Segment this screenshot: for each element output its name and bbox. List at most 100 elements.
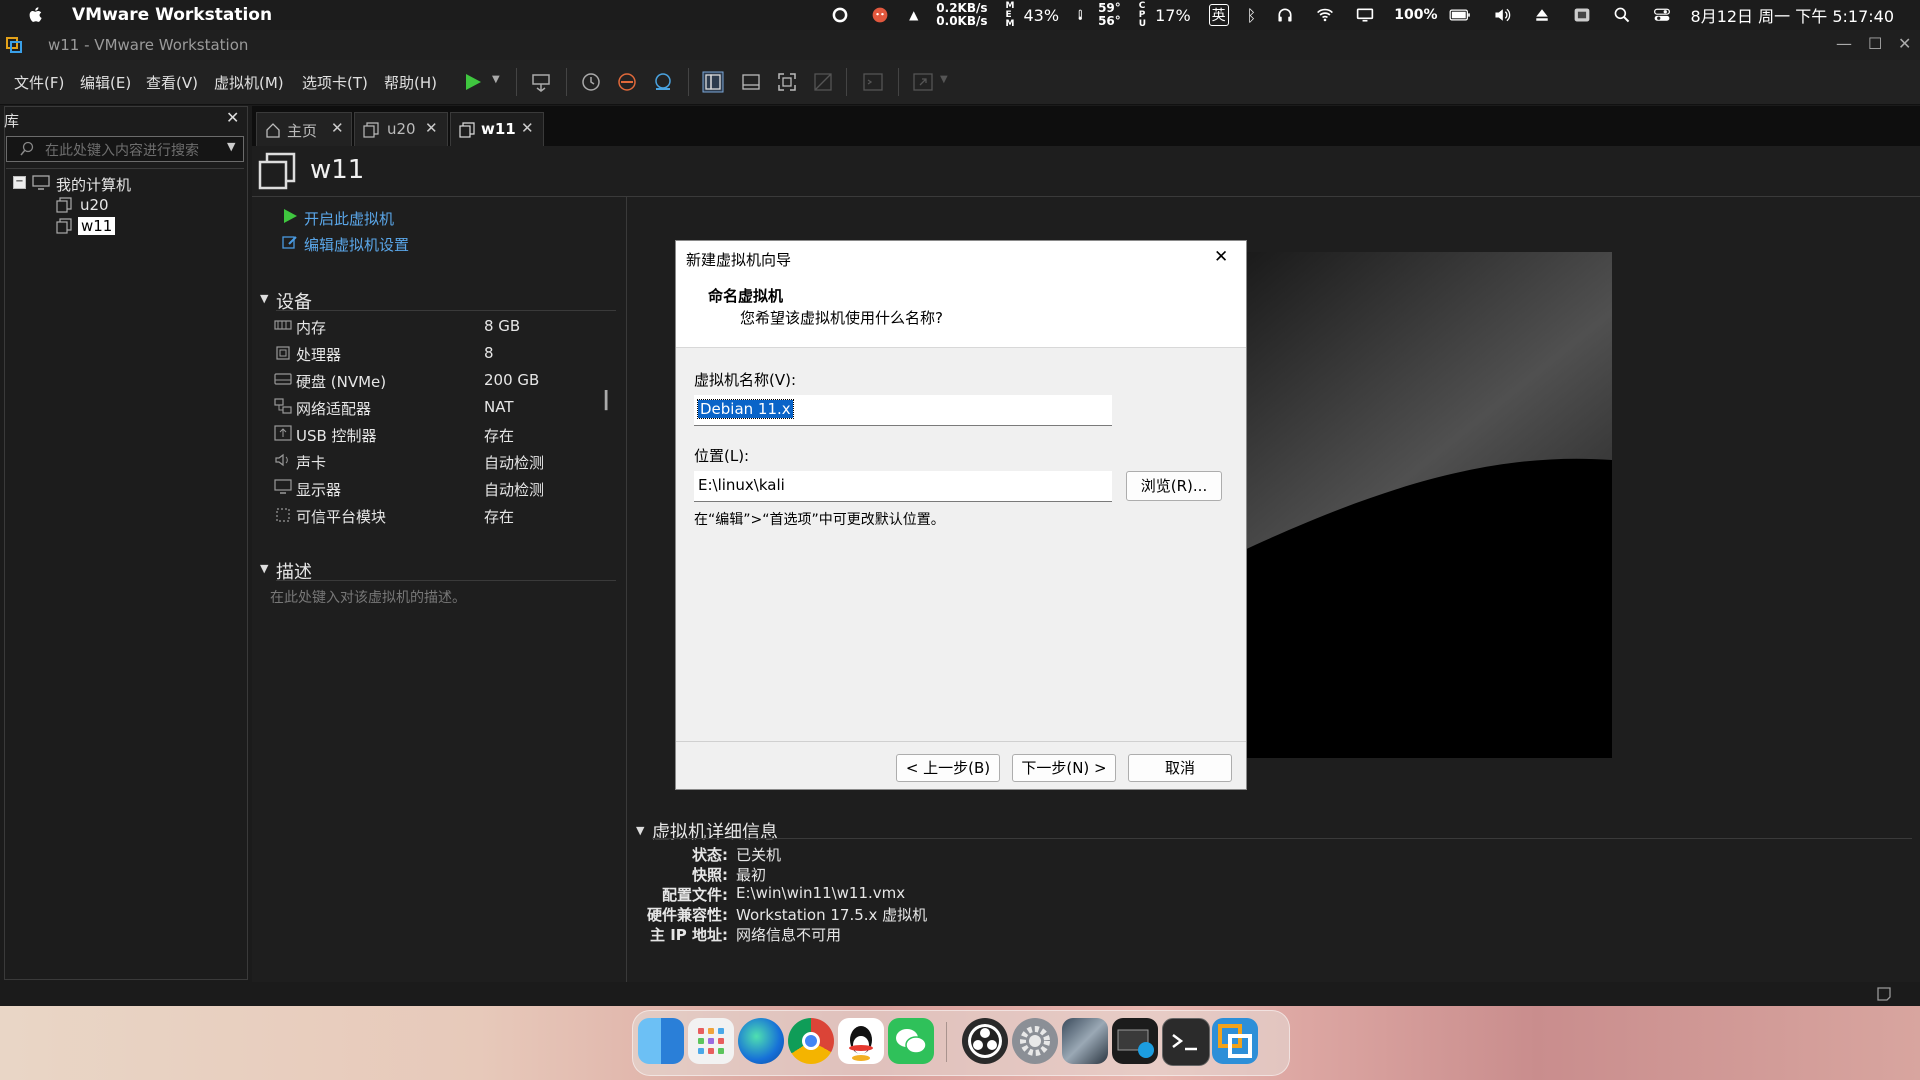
vm-preview-thumbnail[interactable] [1240, 252, 1612, 758]
obs-icon[interactable] [962, 1018, 1008, 1064]
browse-button[interactable]: 浏览(R)... [1126, 471, 1222, 501]
tab-w11[interactable]: w11 ✕ [450, 112, 544, 147]
thumbnail-view-icon[interactable] [740, 71, 762, 93]
vmware-icon[interactable] [1212, 1018, 1258, 1064]
library-search-input[interactable]: 在此处键入内容进行搜索 ▼ [6, 136, 244, 162]
menu-vm[interactable]: 虚拟机(M) [214, 72, 284, 93]
screen-capture-icon[interactable] [1571, 6, 1593, 24]
search-icon[interactable] [1611, 6, 1633, 24]
home-icon [266, 123, 280, 138]
dialog-footer-divider [676, 741, 1246, 742]
library-view-icon[interactable] [702, 71, 724, 93]
device-label[interactable]: 网络适配器 [296, 398, 371, 419]
input-method[interactable]: 英 [1208, 4, 1229, 26]
detail-value: 网络信息不可用 [736, 926, 842, 944]
net-speed[interactable]: 0.2KB/s 0.0KB/s [936, 2, 987, 28]
device-label[interactable]: USB 控制器 [296, 425, 377, 446]
vm-details-section-title[interactable]: 虚拟机详细信息 [652, 818, 778, 844]
device-label[interactable]: 显示器 [296, 479, 341, 500]
tree-collapse-toggle[interactable]: − [13, 176, 26, 189]
stretch-dropdown-icon[interactable]: ▼ [940, 74, 948, 85]
cancel-button[interactable]: 取消 [1128, 754, 1232, 782]
menu-tabs[interactable]: 选项卡(T) [302, 72, 368, 93]
obs-status-icon[interactable] [829, 6, 851, 24]
wechat-icon[interactable] [888, 1018, 934, 1064]
device-label[interactable]: 硬盘 (NVMe) [296, 371, 386, 392]
tab-close-icon[interactable]: ✕ [425, 119, 438, 137]
cpu-percent[interactable]: 17% [1155, 6, 1191, 25]
clock[interactable]: 8月12日 周一 下午 5:17:40 [1691, 3, 1894, 27]
back-button[interactable]: < 上一步(B) [896, 754, 1000, 782]
menu-edit[interactable]: 编辑(E) [80, 72, 131, 93]
section-toggle-icon[interactable]: ▼ [636, 824, 644, 837]
fullscreen-icon[interactable] [776, 71, 798, 93]
search-placeholder: 在此处键入内容进行搜索 [45, 143, 199, 159]
headphones-icon[interactable] [1274, 6, 1296, 24]
search-dropdown-icon[interactable]: ▼ [227, 140, 235, 153]
menu-file[interactable]: 文件(F) [14, 72, 64, 93]
tab-close-icon[interactable]: ✕ [331, 119, 344, 137]
maximize-button[interactable]: ☐ [1868, 34, 1882, 53]
battery-percent[interactable]: 100% [1394, 8, 1437, 22]
qq-icon[interactable] [838, 1018, 884, 1064]
section-divider [276, 580, 616, 581]
snapshot-manager-icon[interactable] [652, 71, 674, 93]
play-icon[interactable] [462, 71, 484, 93]
control-center-icon[interactable] [1651, 6, 1673, 24]
edge-icon[interactable] [738, 1018, 784, 1064]
device-label[interactable]: 处理器 [296, 344, 341, 365]
send-ctrl-alt-del-icon[interactable] [530, 71, 552, 93]
mem-percent[interactable]: 43% [1024, 6, 1060, 25]
tree-item-vm-w11[interactable]: w11 [78, 217, 116, 235]
launchpad-icon[interactable] [688, 1018, 734, 1064]
display-icon[interactable] [1354, 6, 1376, 24]
menu-view[interactable]: 查看(V) [146, 72, 198, 93]
chrome-icon[interactable] [788, 1018, 834, 1064]
terminal-icon[interactable] [1162, 1018, 1210, 1066]
app-name[interactable]: VMware Workstation [72, 5, 272, 25]
temperature[interactable]: 59° 56° [1098, 2, 1121, 28]
dock-separator [946, 1022, 947, 1062]
tab-home[interactable]: 主页 ✕ [256, 112, 352, 147]
memory-icon [274, 320, 292, 330]
section-toggle-icon[interactable]: ▼ [260, 562, 268, 575]
bluetooth-icon[interactable]: ᛒ [1247, 6, 1257, 25]
device-label[interactable]: 声卡 [296, 452, 326, 473]
message-log-icon[interactable] [1876, 986, 1892, 1002]
close-window-button[interactable]: ✕ [1898, 34, 1911, 53]
console-icon[interactable] [862, 71, 884, 93]
revert-snapshot-icon[interactable] [616, 71, 638, 93]
unity-icon[interactable] [812, 71, 834, 93]
terminal-prompt [1172, 1034, 1197, 1051]
description-placeholder[interactable]: 在此处键入对该虚拟机的描述。 [270, 587, 466, 607]
menu-help[interactable]: 帮助(H) [384, 72, 437, 93]
minimize-button[interactable]: — [1836, 34, 1852, 53]
dialog-close-button[interactable]: ✕ [1214, 247, 1228, 267]
stretch-icon[interactable] [912, 71, 934, 93]
play-dropdown-icon[interactable]: ▼ [492, 74, 500, 85]
device-label[interactable]: 内存 [296, 317, 326, 338]
snapshot-icon[interactable] [580, 71, 602, 93]
section-toggle-icon[interactable]: ▼ [260, 292, 268, 305]
device-label[interactable]: 可信平台模块 [296, 506, 386, 527]
vm-name-input[interactable]: Debian 11.x [694, 395, 1112, 426]
tree-item-vm-u20[interactable]: u20 [80, 196, 109, 214]
location-input[interactable]: E:\linux\kali [694, 471, 1112, 502]
volume-icon[interactable] [1491, 6, 1513, 24]
apple-icon[interactable] [26, 5, 46, 25]
finder-icon[interactable] [638, 1018, 684, 1064]
tab-u20[interactable]: u20 ✕ [354, 112, 448, 147]
battery-icon[interactable] [1447, 6, 1473, 24]
tab-close-icon[interactable]: ✕ [521, 119, 534, 137]
remote-desktop-icon[interactable] [1112, 1018, 1158, 1064]
edit-settings-link[interactable]: 编辑虚拟机设置 [304, 234, 409, 255]
wifi-icon[interactable] [1314, 6, 1336, 24]
power-on-link[interactable]: 开启此虚拟机 [304, 208, 394, 229]
cat-status-icon[interactable] [869, 6, 891, 24]
photos-app-icon[interactable] [1062, 1018, 1108, 1064]
tree-item-my-computer[interactable]: 我的计算机 [56, 174, 131, 195]
library-close-button[interactable]: ✕ [226, 108, 239, 127]
eject-icon[interactable] [1531, 6, 1553, 24]
next-button[interactable]: 下一步(N) > [1012, 754, 1116, 782]
system-settings-icon[interactable] [1012, 1018, 1058, 1064]
